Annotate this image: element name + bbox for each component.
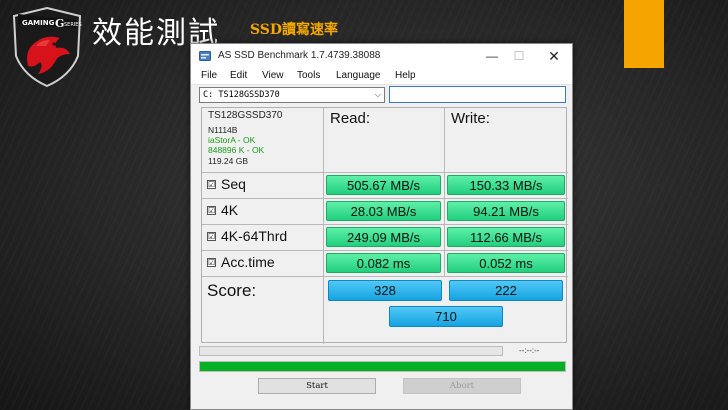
4k-read-result: 28.03 MB/s	[326, 201, 441, 221]
test-row-acc-time: ☑ Acc.time	[202, 251, 324, 277]
maximize-icon[interactable]: ☐	[507, 48, 531, 64]
drive-firmware: N1114B	[208, 125, 238, 135]
score-total: 710	[389, 306, 503, 327]
4k-64thrd-checkbox[interactable]: ☑	[207, 232, 216, 241]
accent-bar	[624, 0, 664, 68]
menu-edit[interactable]: Edit	[230, 70, 247, 81]
menu-help[interactable]: Help	[395, 70, 416, 81]
svg-text:G: G	[55, 17, 64, 30]
seq-read-result: 505.67 MB/s	[326, 175, 441, 195]
write-column-header: Write:	[445, 108, 568, 173]
4k-64thrd-write-cell: 112.66 MB/s	[445, 225, 568, 251]
score-label: Score:	[207, 281, 257, 300]
4k-read-cell: 28.03 MB/s	[324, 199, 445, 225]
menu-language[interactable]: Language	[336, 70, 381, 81]
score-area: 328 222 710	[324, 277, 568, 344]
as-ssd-window: AS SSD Benchmark 1.7.4739.38088 — ☐ ✕ Fi…	[190, 43, 573, 410]
test-row-seq: ☑ Seq	[202, 173, 324, 199]
slide-subtitle: SSD讀寫速率	[250, 22, 339, 38]
seq-read-cell: 505.67 MB/s	[324, 173, 445, 199]
drive-size: 119.24 GB	[208, 156, 249, 166]
4k-label: 4K	[221, 202, 239, 218]
svg-text:SERIES: SERIES	[64, 22, 82, 28]
seq-label: Seq	[221, 176, 246, 192]
msi-gaming-logo-icon: GAMING G SERIES	[12, 6, 82, 88]
overall-progress-bar	[199, 361, 566, 372]
read-header-label: Read:	[330, 110, 371, 127]
acc-time-read-cell: 0.082 ms	[324, 251, 445, 277]
menu-bar: File Edit View Tools Language Help	[191, 68, 572, 85]
window-title: AS SSD Benchmark 1.7.4739.38088	[218, 50, 381, 61]
4k-64thrd-label: 4K-64Thrd	[221, 228, 288, 244]
acc-time-read-result: 0.082 ms	[326, 253, 441, 273]
score-write: 222	[449, 280, 563, 301]
start-button[interactable]: Start	[258, 378, 376, 394]
test-progress-bar	[199, 346, 503, 356]
abort-button[interactable]: Abort	[403, 378, 521, 394]
close-icon[interactable]: ✕	[542, 48, 566, 64]
4k-64thrd-write-result: 112.66 MB/s	[447, 227, 565, 247]
menu-view[interactable]: View	[262, 70, 284, 81]
drive-select-value: C: TS128GSSD370	[203, 90, 280, 100]
score-read: 328	[328, 280, 442, 301]
test-row-4k: ☑ 4K	[202, 199, 324, 225]
seq-write-cell: 150.33 MB/s	[445, 173, 568, 199]
menu-tools[interactable]: Tools	[297, 70, 320, 81]
drive-select[interactable]: C: TS128GSSD370 ⌵	[199, 87, 385, 103]
app-icon	[199, 51, 211, 61]
svg-text:GAMING: GAMING	[22, 19, 55, 27]
results-grid: TS128GSSD370 N1114B iaStorA - OK 848896 …	[201, 107, 568, 344]
test-row-4k-64thrd: ☑ 4K-64Thrd	[202, 225, 324, 251]
text-field[interactable]	[389, 86, 566, 103]
chevron-down-icon[interactable]: ⌵	[375, 88, 381, 102]
alignment-status: 848896 K - OK	[208, 145, 265, 155]
acc-time-write-cell: 0.052 ms	[445, 251, 568, 277]
menu-file[interactable]: File	[201, 70, 217, 81]
write-header-label: Write:	[451, 110, 490, 127]
4k-64thrd-read-result: 249.09 MB/s	[326, 227, 441, 247]
seq-write-result: 150.33 MB/s	[447, 175, 565, 195]
4k-checkbox[interactable]: ☑	[207, 206, 216, 215]
acc-time-label: Acc.time	[221, 254, 275, 270]
minimize-icon[interactable]: —	[480, 48, 504, 64]
window-titlebar[interactable]: AS SSD Benchmark 1.7.4739.38088 — ☐ ✕	[191, 44, 572, 68]
drive-name: TS128GSSD370	[208, 110, 283, 121]
acc-time-checkbox[interactable]: ☑	[207, 258, 216, 267]
seq-checkbox[interactable]: ☑	[207, 180, 216, 189]
4k-write-result: 94.21 MB/s	[447, 201, 565, 221]
4k-write-cell: 94.21 MB/s	[445, 199, 568, 225]
read-column-header: Read:	[324, 108, 445, 173]
4k-64thrd-read-cell: 249.09 MB/s	[324, 225, 445, 251]
drive-info-panel: TS128GSSD370 N1114B iaStorA - OK 848896 …	[202, 108, 324, 173]
driver-status: iaStorA - OK	[208, 135, 256, 145]
elapsed-time: --:--:--	[519, 346, 540, 355]
score-label-cell: Score:	[202, 277, 324, 344]
overall-progress-fill	[200, 362, 565, 371]
acc-time-write-result: 0.052 ms	[447, 253, 565, 273]
